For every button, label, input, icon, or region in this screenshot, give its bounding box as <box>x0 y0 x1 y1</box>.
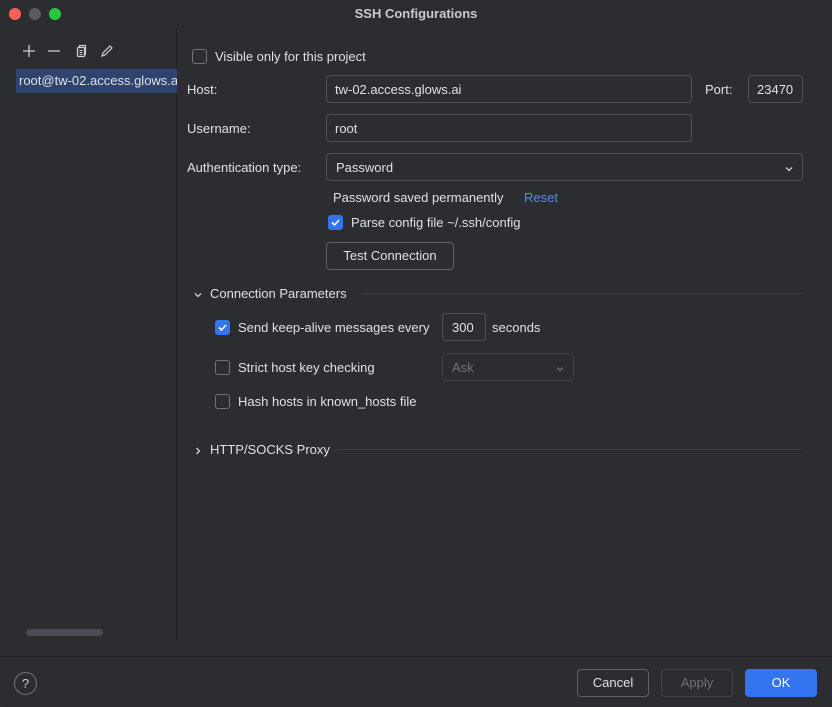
strict-host-key-checkbox[interactable] <box>215 360 230 375</box>
title-bar: SSH Configurations <box>0 0 832 28</box>
username-label: Username: <box>187 121 251 136</box>
auth-type-dropdown[interactable]: Password <box>326 153 803 181</box>
chevron-down-icon <box>555 362 565 377</box>
apply-button[interactable]: Apply <box>661 669 733 697</box>
proxy-section-header[interactable]: HTTP/SOCKS Proxy <box>210 442 330 457</box>
host-label: Host: <box>187 82 218 97</box>
port-label: Port: <box>705 82 733 97</box>
password-status: Password saved permanently <box>333 190 504 205</box>
remove-icon[interactable] <box>46 43 62 59</box>
config-list-item[interactable]: root@tw-02.access.glows.ai <box>16 69 177 93</box>
parse-config-checkbox[interactable] <box>328 215 343 230</box>
hash-hosts-label: Hash hosts in known_hosts file <box>238 394 417 409</box>
dialog-footer: ? Cancel Apply OK <box>0 656 832 707</box>
chevron-right-icon[interactable] <box>193 444 203 459</box>
checkmark-icon <box>218 324 227 332</box>
horizontal-scrollbar[interactable] <box>26 629 103 636</box>
parse-config-label: Parse config file ~/.ssh/config <box>351 215 521 230</box>
visible-only-checkbox[interactable] <box>192 49 207 64</box>
port-input[interactable]: 23470 <box>748 75 803 103</box>
strict-host-key-value: Ask <box>452 360 474 375</box>
configurations-list-panel: root@tw-02.access.glows.ai <box>0 28 177 640</box>
keepalive-label: Send keep-alive messages every <box>238 320 430 335</box>
keepalive-seconds-input[interactable]: 300 <box>442 313 486 341</box>
ok-button[interactable]: OK <box>745 669 817 697</box>
cancel-button[interactable]: Cancel <box>577 669 649 697</box>
section-divider <box>361 293 802 294</box>
help-button[interactable]: ? <box>14 672 37 695</box>
keepalive-unit: seconds <box>492 320 541 335</box>
strict-host-key-dropdown[interactable]: Ask <box>442 353 574 381</box>
auth-type-value: Password <box>336 160 394 175</box>
auth-type-label: Authentication type: <box>187 160 302 175</box>
checkmark-icon <box>331 219 340 227</box>
chevron-down-icon[interactable] <box>193 288 203 303</box>
section-divider <box>337 449 803 450</box>
username-input[interactable]: root <box>326 114 692 142</box>
host-input[interactable]: tw-02.access.glows.ai <box>326 75 692 103</box>
test-connection-button[interactable]: Test Connection <box>326 242 454 270</box>
visible-only-label: Visible only for this project <box>215 49 366 64</box>
window-title: SSH Configurations <box>354 6 478 21</box>
reset-password-link[interactable]: Reset <box>524 190 558 205</box>
copy-icon[interactable] <box>73 43 89 59</box>
connection-parameters-header[interactable]: Connection Parameters <box>210 286 347 301</box>
chevron-down-icon <box>784 162 794 177</box>
keepalive-checkbox[interactable] <box>215 320 230 335</box>
ssh-configurations-dialog: SSH Configurations root@tw-02.access.glo… <box>0 0 832 707</box>
edit-icon[interactable] <box>99 43 115 59</box>
hash-hosts-checkbox[interactable] <box>215 394 230 409</box>
add-icon[interactable] <box>21 43 37 59</box>
strict-host-key-label: Strict host key checking <box>238 360 375 375</box>
